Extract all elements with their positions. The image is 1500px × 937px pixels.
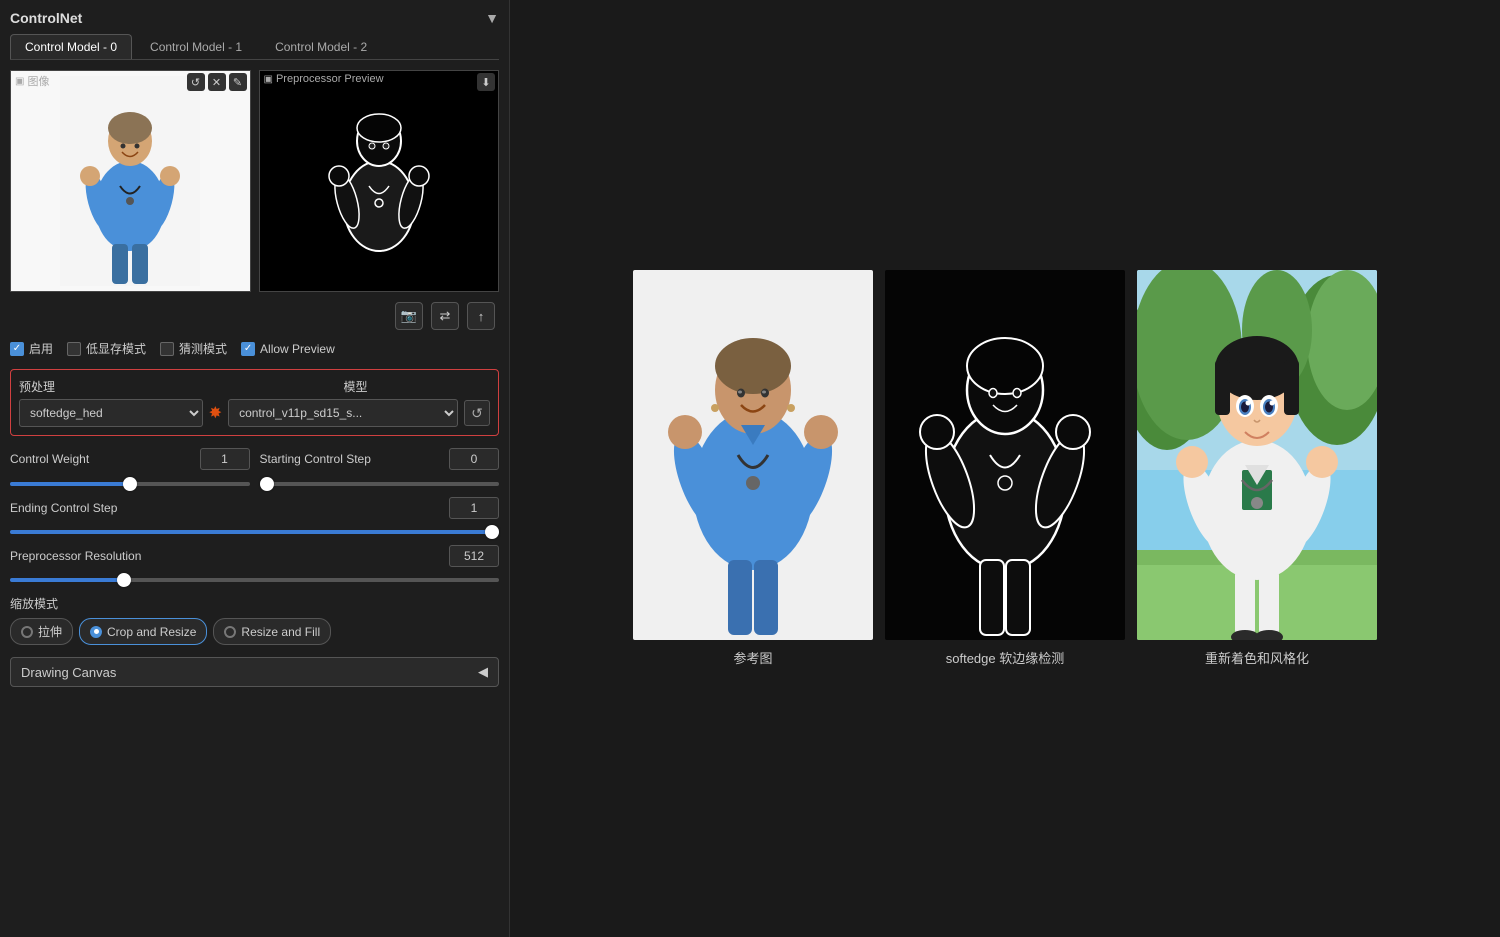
- drawing-canvas-arrow: ◀: [478, 664, 488, 680]
- zoom-stretch-btn[interactable]: 拉伸: [10, 618, 73, 645]
- source-edit-btn[interactable]: ✎: [229, 73, 247, 91]
- pm-labels: 预处理 模型: [19, 378, 490, 395]
- ending-step-slider[interactable]: [10, 530, 499, 534]
- source-refresh-btn[interactable]: ↺: [187, 73, 205, 91]
- model-select[interactable]: control_v11p_sd15_s... none: [228, 399, 458, 427]
- panel-title: ControlNet: [10, 10, 82, 26]
- option-low-vram[interactable]: 低显存模式: [67, 340, 146, 357]
- enable-checkbox[interactable]: ✓: [10, 342, 24, 356]
- zoom-mode-section: 缩放模式 拉伸 Crop and Resize Resize and Fill: [10, 595, 499, 645]
- zoom-mode-label: 缩放模式: [10, 595, 499, 612]
- pm-controls: softedge_hed none canny depth_midas ✸ co…: [19, 399, 490, 427]
- panel-collapse-icon[interactable]: ▼: [485, 10, 499, 26]
- zoom-resize-fill-btn[interactable]: Resize and Fill: [213, 618, 331, 645]
- result-item-edge: softedge 软边缘检测: [885, 270, 1125, 667]
- action-row: 📷 ⇄ ↑: [10, 302, 499, 330]
- result-item-anime: 重新着色和风格化: [1137, 270, 1377, 667]
- result-images: 参考图: [633, 270, 1377, 667]
- preview-image-label: ▣ Preprocessor Preview: [264, 73, 384, 85]
- panel-header: ControlNet ▼: [10, 10, 499, 26]
- camera-icon-btn[interactable]: 📷: [395, 302, 423, 330]
- preprocessor-label: 预处理: [19, 378, 166, 395]
- ending-step-group: Ending Control Step: [10, 497, 499, 537]
- star-icon[interactable]: ✸: [209, 403, 222, 423]
- guess-checkbox[interactable]: [160, 342, 174, 356]
- tab-control-model-0[interactable]: Control Model - 0: [10, 34, 132, 59]
- zoom-crop-resize-btn[interactable]: Crop and Resize: [79, 618, 207, 645]
- starting-step-header: Starting Control Step: [260, 448, 500, 470]
- control-weight-section: Control Weight: [10, 448, 250, 489]
- starting-step-slider[interactable]: [260, 482, 500, 486]
- starting-step-label: Starting Control Step: [260, 452, 400, 466]
- preprocessor-model-box: 预处理 模型 softedge_hed none canny depth_mid…: [10, 369, 499, 436]
- control-weight-value[interactable]: [200, 448, 250, 470]
- ending-step-header: Ending Control Step: [10, 497, 499, 519]
- result-item-reference: 参考图: [633, 270, 873, 667]
- ending-step-label: Ending Control Step: [10, 501, 150, 515]
- source-image-preview: [11, 71, 250, 291]
- option-allow-preview[interactable]: ✓ Allow Preview: [241, 342, 335, 356]
- source-image-label: ▣ 图像: [15, 73, 49, 89]
- source-image-box: ▣ 图像 ↺ ✕ ✎: [10, 70, 251, 292]
- drawing-canvas-label: Drawing Canvas: [21, 665, 116, 680]
- preprocessor-resolution-group: Preprocessor Resolution: [10, 545, 499, 585]
- tab-control-model-1[interactable]: Control Model - 1: [135, 34, 257, 59]
- anime-label: 重新着色和风格化: [1205, 648, 1309, 667]
- edge-image: [885, 270, 1125, 640]
- upload-icon-btn[interactable]: ↑: [467, 302, 495, 330]
- preview-download-btn[interactable]: ⬇: [477, 73, 495, 91]
- tab-bar: Control Model - 0 Control Model - 1 Cont…: [10, 34, 499, 60]
- model-refresh-btn[interactable]: ↺: [464, 400, 490, 426]
- ending-step-value[interactable]: [449, 497, 499, 519]
- allow-preview-checkbox[interactable]: ✓: [241, 342, 255, 356]
- dual-sliders-area: Control Weight Starting Control Step: [10, 448, 499, 489]
- options-row: ✓ 启用 低显存模式 猜测模式 ✓ Allow Preview: [10, 340, 499, 357]
- preprocessor-res-value[interactable]: [449, 545, 499, 567]
- low-vram-checkbox[interactable]: [67, 342, 81, 356]
- control-weight-header: Control Weight: [10, 448, 250, 470]
- control-weight-label: Control Weight: [10, 452, 150, 466]
- tab-control-model-2[interactable]: Control Model - 2: [260, 34, 382, 59]
- right-panel: 参考图: [510, 0, 1500, 937]
- option-guess[interactable]: 猜测模式: [160, 340, 227, 357]
- preprocessor-select[interactable]: softedge_hed none canny depth_midas: [19, 399, 203, 427]
- starting-control-step-section: Starting Control Step: [260, 448, 500, 489]
- left-panel: ControlNet ▼ Control Model - 0 Control M…: [0, 0, 510, 937]
- option-enable[interactable]: ✓ 启用: [10, 340, 53, 357]
- anime-image: [1137, 270, 1377, 640]
- preview-image-box: ▣ Preprocessor Preview ⬇: [259, 70, 500, 292]
- preprocessor-res-label: Preprocessor Resolution: [10, 549, 150, 563]
- swap-icon-btn[interactable]: ⇄: [431, 302, 459, 330]
- source-close-btn[interactable]: ✕: [208, 73, 226, 91]
- preprocessor-res-header: Preprocessor Resolution: [10, 545, 499, 567]
- zoom-mode-buttons: 拉伸 Crop and Resize Resize and Fill: [10, 618, 499, 645]
- preprocessor-res-slider[interactable]: [10, 578, 499, 582]
- starting-step-value[interactable]: [449, 448, 499, 470]
- reference-image: [633, 270, 873, 640]
- preview-image-preview: [260, 71, 499, 291]
- stretch-radio: [21, 626, 33, 638]
- preview-image-controls: ⬇: [477, 73, 495, 91]
- model-label: 模型: [344, 378, 491, 395]
- source-image-controls: ↺ ✕ ✎: [187, 73, 247, 91]
- control-weight-slider[interactable]: [10, 482, 250, 486]
- crop-resize-radio: [90, 626, 102, 638]
- image-row: ▣ 图像 ↺ ✕ ✎: [10, 70, 499, 292]
- drawing-canvas-row[interactable]: Drawing Canvas ◀: [10, 657, 499, 687]
- reference-label: 参考图: [733, 648, 772, 667]
- edge-label: softedge 软边缘检测: [946, 648, 1065, 667]
- resize-fill-radio: [224, 626, 236, 638]
